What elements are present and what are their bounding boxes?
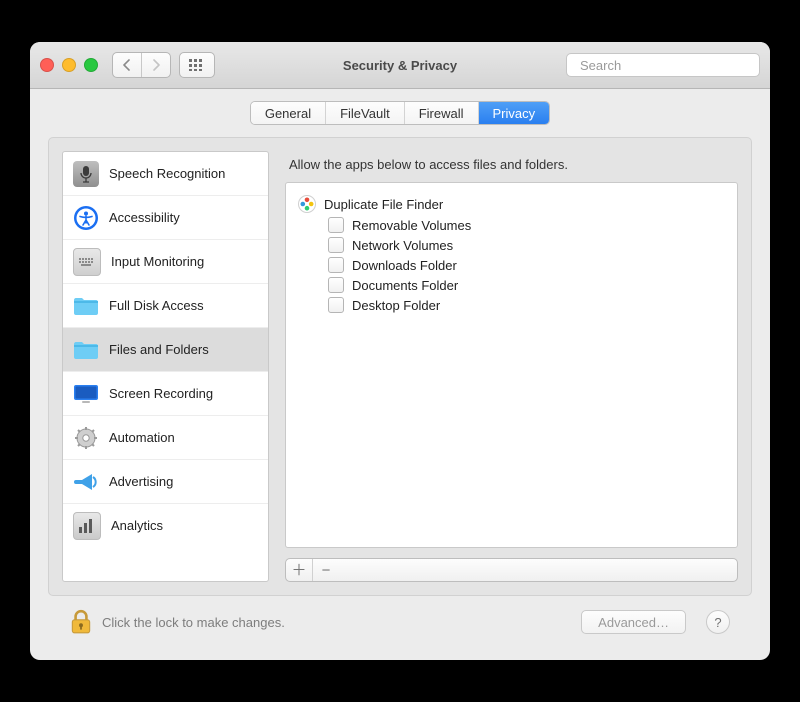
folder-icon <box>73 293 99 319</box>
checkbox[interactable] <box>328 217 344 233</box>
keyboard-icon <box>73 248 101 276</box>
sidebar-item-automation[interactable]: Automation <box>63 416 268 460</box>
display-icon <box>73 381 99 407</box>
permission-row[interactable]: Documents Folder <box>298 275 725 295</box>
sidebar-item-full-disk-access[interactable]: Full Disk Access <box>63 284 268 328</box>
sidebar-item-label: Analytics <box>111 518 163 533</box>
advanced-button[interactable]: Advanced… <box>581 610 686 634</box>
checkbox[interactable] <box>328 257 344 273</box>
minimize-icon[interactable] <box>62 58 76 72</box>
tab-general[interactable]: General <box>251 102 326 124</box>
app-icon <box>298 195 316 213</box>
sidebar-item-accessibility[interactable]: Accessibility <box>63 196 268 240</box>
sidebar-item-label: Advertising <box>109 474 173 489</box>
tab-row: General FileVault Firewall Privacy <box>30 89 770 137</box>
microphone-icon <box>73 161 99 187</box>
checkbox[interactable] <box>328 277 344 293</box>
permission-row[interactable]: Network Volumes <box>298 235 725 255</box>
sidebar-item-screen-recording[interactable]: Screen Recording <box>63 372 268 416</box>
permission-label: Desktop Folder <box>352 298 440 313</box>
permission-row[interactable]: Desktop Folder <box>298 295 725 315</box>
gear-icon <box>73 425 99 451</box>
add-remove-buttons: ＋ − <box>285 558 738 582</box>
permission-row[interactable]: Removable Volumes <box>298 215 725 235</box>
sidebar-item-label: Input Monitoring <box>111 254 204 269</box>
permission-label: Network Volumes <box>352 238 453 253</box>
search-field[interactable] <box>566 53 760 77</box>
app-permission-list[interactable]: Duplicate File Finder Removable Volumes … <box>285 182 738 548</box>
privacy-category-list[interactable]: Speech Recognition Accessibility Input M… <box>62 151 269 582</box>
tab-filevault[interactable]: FileVault <box>326 102 405 124</box>
sidebar-item-speech-recognition[interactable]: Speech Recognition <box>63 152 268 196</box>
accessibility-icon <box>73 205 99 231</box>
permission-row[interactable]: Downloads Folder <box>298 255 725 275</box>
close-icon[interactable] <box>40 58 54 72</box>
add-button[interactable]: ＋ <box>286 559 313 581</box>
checkbox[interactable] <box>328 237 344 253</box>
permission-label: Downloads Folder <box>352 258 457 273</box>
titlebar: Security & Privacy <box>30 42 770 89</box>
show-all-button[interactable] <box>179 52 215 78</box>
sidebar-item-advertising[interactable]: Advertising <box>63 460 268 504</box>
detail-pane: Allow the apps below to access files and… <box>285 151 738 582</box>
lock-icon[interactable] <box>70 609 92 635</box>
sidebar-item-label: Screen Recording <box>109 386 213 401</box>
forward-button[interactable] <box>142 53 170 77</box>
checkbox[interactable] <box>328 297 344 313</box>
permission-label: Removable Volumes <box>352 218 471 233</box>
sidebar-item-label: Automation <box>109 430 175 445</box>
tab-firewall[interactable]: Firewall <box>405 102 479 124</box>
bars-icon <box>73 512 101 540</box>
nav-back-forward <box>112 52 171 78</box>
folder-icon <box>73 337 99 363</box>
megaphone-icon <box>73 469 99 495</box>
sidebar-item-label: Speech Recognition <box>109 166 225 181</box>
help-button[interactable]: ? <box>706 610 730 634</box>
tab-privacy[interactable]: Privacy <box>479 102 550 124</box>
sidebar-item-label: Accessibility <box>109 210 180 225</box>
preferences-window: Security & Privacy General FileVault Fir… <box>30 42 770 660</box>
lock-hint-text: Click the lock to make changes. <box>102 615 285 630</box>
sidebar-item-label: Files and Folders <box>109 342 209 357</box>
permission-label: Documents Folder <box>352 278 458 293</box>
sidebar-item-input-monitoring[interactable]: Input Monitoring <box>63 240 268 284</box>
sidebar-item-analytics[interactable]: Analytics <box>63 504 268 547</box>
app-name: Duplicate File Finder <box>324 197 443 212</box>
footer: Click the lock to make changes. Advanced… <box>48 596 752 648</box>
tabs: General FileVault Firewall Privacy <box>250 101 550 125</box>
zoom-icon[interactable] <box>84 58 98 72</box>
content: Speech Recognition Accessibility Input M… <box>30 137 770 660</box>
app-row[interactable]: Duplicate File Finder <box>298 193 725 215</box>
search-input[interactable] <box>578 57 758 74</box>
remove-button[interactable]: − <box>313 559 339 581</box>
sidebar-item-files-and-folders[interactable]: Files and Folders <box>63 328 268 372</box>
detail-heading: Allow the apps below to access files and… <box>289 157 736 172</box>
traffic-lights <box>40 58 98 72</box>
sidebar-item-label: Full Disk Access <box>109 298 204 313</box>
privacy-panel: Speech Recognition Accessibility Input M… <box>48 137 752 596</box>
back-button[interactable] <box>113 53 142 77</box>
